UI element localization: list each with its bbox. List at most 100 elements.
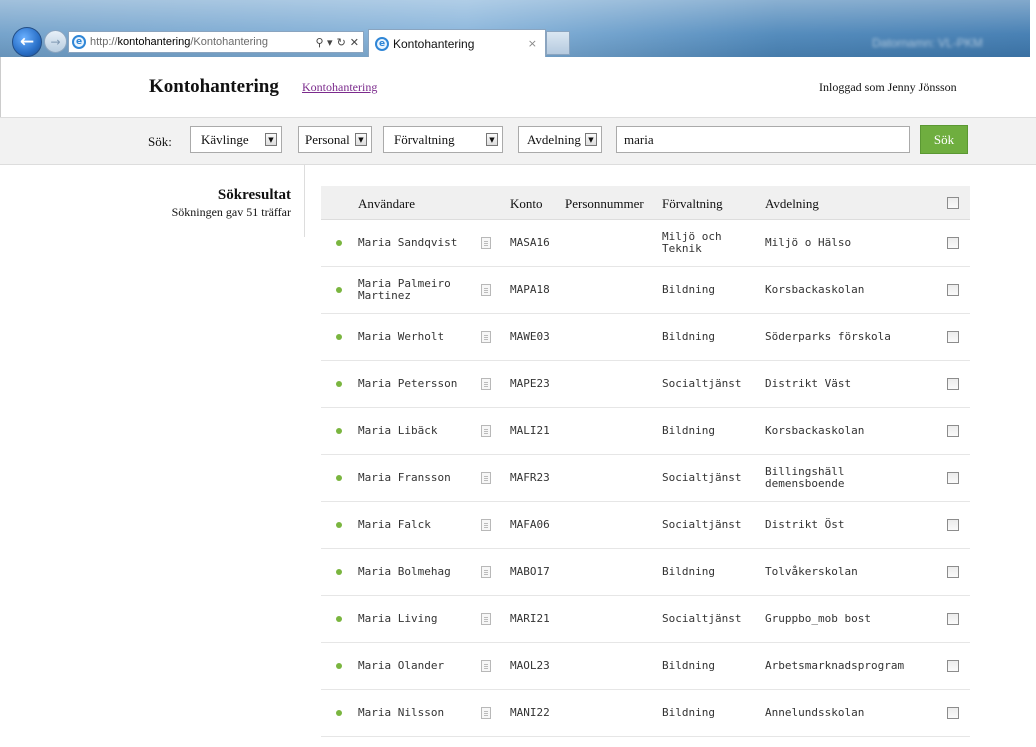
tab-close-icon[interactable]: × xyxy=(528,37,537,50)
cell-department-line: Bildning xyxy=(662,565,715,578)
cell-department-line: Bildning xyxy=(662,330,715,343)
table-row[interactable]: Maria Nilsson MANI22 Bildning Annelundsskol… xyxy=(321,690,970,737)
cell-account: MAOL23 xyxy=(510,659,550,672)
cell-account: MAPA18 xyxy=(510,283,550,296)
address-search-icon[interactable]: ⚲ ▾ xyxy=(315,36,332,49)
cell-account: MAPE23 xyxy=(510,377,550,390)
cell-unit: Arbetsmarknadsprogram xyxy=(765,660,904,672)
status-dot-icon xyxy=(336,287,342,293)
document-icon[interactable] xyxy=(481,378,491,390)
chevron-down-icon: ▼ xyxy=(355,133,367,146)
document-icon[interactable] xyxy=(481,284,491,296)
cell-unit: Annelundsskolan xyxy=(765,707,864,719)
status-dot-icon xyxy=(336,569,342,575)
column-header-pnr[interactable]: Personnummer xyxy=(565,196,644,212)
row-checkbox[interactable] xyxy=(947,284,959,296)
search-label: Sök: xyxy=(148,134,172,149)
app-home-link[interactable]: Kontohantering xyxy=(302,80,377,95)
document-icon[interactable] xyxy=(481,566,491,578)
search-button[interactable]: Sök xyxy=(920,125,968,154)
column-header-user[interactable]: Användare xyxy=(358,196,415,212)
cell-user-line: Maria Sandqvist xyxy=(358,236,458,249)
search-query: maria xyxy=(624,131,654,147)
cell-department-line: Bildning xyxy=(662,283,715,296)
cell-user-line: Maria Falck xyxy=(358,518,431,531)
cell-department: Socialtjänst xyxy=(662,519,741,531)
table-row[interactable]: Maria Werholt MAWE03 Bildning Söderparks fö… xyxy=(321,314,970,361)
status-dot-icon xyxy=(336,334,342,340)
row-checkbox[interactable] xyxy=(947,519,959,531)
results-title: Sökresultat xyxy=(217,187,291,203)
cell-user: Maria Petersson xyxy=(358,378,457,390)
table-row[interactable]: Maria Living MARI21 Socialtjänst Gruppbo_mo… xyxy=(321,596,970,643)
row-checkbox[interactable] xyxy=(947,660,959,672)
cell-unit-line: Distrikt Väst xyxy=(765,377,852,390)
table-row[interactable]: Maria Petersson MAPE23 Socialtjänst Distrik… xyxy=(321,361,970,408)
category-select[interactable]: Personal ▼ xyxy=(298,126,372,153)
results-table-header: Användare Konto Personnummer Förvaltning… xyxy=(321,186,970,220)
row-checkbox[interactable] xyxy=(947,566,959,578)
document-icon[interactable] xyxy=(481,707,491,719)
cell-user: Maria Palmeiro Martinez xyxy=(358,278,451,302)
cell-user: Maria Olander xyxy=(358,660,444,672)
column-header-department[interactable]: Förvaltning xyxy=(662,196,723,212)
status-dot-icon xyxy=(336,663,342,669)
row-checkbox[interactable] xyxy=(947,707,959,719)
document-icon[interactable] xyxy=(481,519,491,531)
document-icon[interactable] xyxy=(481,331,491,343)
cell-user-line: Maria Living xyxy=(358,612,438,625)
search-input[interactable]: maria xyxy=(616,126,910,153)
cell-unit: Distrikt Öst xyxy=(765,519,844,531)
row-checkbox[interactable] xyxy=(947,613,959,625)
refresh-icon[interactable]: ↻ xyxy=(337,36,346,49)
table-row[interactable]: Maria Libäck MALI21 Bildning Korsbackaskola… xyxy=(321,408,970,455)
table-row[interactable]: Maria Bolmehag MABO17 Bildning Tolvåkerskol… xyxy=(321,549,970,596)
cell-account: MARI21 xyxy=(510,612,550,625)
browser-chrome: ← → e http://kontohantering/Kontohanteri… xyxy=(0,0,1036,57)
document-icon[interactable] xyxy=(481,237,491,249)
address-bar[interactable]: e http://kontohantering/Kontohantering ⚲… xyxy=(68,31,364,53)
cell-unit-line: Miljö o Hälso xyxy=(765,236,852,249)
table-row[interactable]: Maria Falck MAFA06 Socialtjänst Distrikt Ös… xyxy=(321,502,970,549)
cell-account: MAWE03 xyxy=(510,330,550,343)
row-checkbox[interactable] xyxy=(947,331,959,343)
cell-unit-line: Korsbackaskolan xyxy=(765,283,865,296)
browser-tab-active[interactable]: e Kontohantering × xyxy=(368,29,546,57)
cell-department-line: Socialtjänst xyxy=(662,612,742,625)
cell-user-line: Maria Bolmehag xyxy=(358,565,451,578)
table-row[interactable]: Maria Olander MAOL23 Bildning Arbetsmarknad… xyxy=(321,643,970,690)
document-icon[interactable] xyxy=(481,472,491,484)
stop-icon[interactable]: ✕ xyxy=(350,36,359,49)
department-select[interactable]: Förvaltning ▼ xyxy=(383,126,503,153)
cell-user-line: Maria Werholt xyxy=(358,330,445,343)
row-checkbox[interactable] xyxy=(947,237,959,249)
column-header-unit[interactable]: Avdelning xyxy=(765,196,819,212)
status-dot-icon xyxy=(336,710,342,716)
cell-department-line: Bildning xyxy=(662,424,715,437)
table-row[interactable]: Maria Fransson MAFR23 Socialtjänst Billings… xyxy=(321,455,970,502)
cell-user-line: Maria Nilsson xyxy=(358,706,445,719)
row-checkbox[interactable] xyxy=(947,378,959,390)
table-row[interactable]: Maria Palmeiro Martinez MAPA18 Bildning Kors… xyxy=(321,267,970,314)
forward-arrow-icon[interactable]: → xyxy=(44,30,67,53)
cell-department: Bildning xyxy=(662,660,715,672)
back-arrow-icon[interactable]: ← xyxy=(12,27,42,57)
cell-department-line: Socialtjänst xyxy=(662,518,742,531)
unit-select[interactable]: Avdelning ▼ xyxy=(518,126,602,153)
row-checkbox[interactable] xyxy=(947,425,959,437)
cell-user-line: Maria Libäck xyxy=(358,424,438,437)
department-value: Förvaltning xyxy=(394,131,455,147)
document-icon[interactable] xyxy=(481,425,491,437)
select-all-checkbox[interactable] xyxy=(947,197,959,209)
cell-unit-line: Distrikt Öst xyxy=(765,518,845,531)
cell-user: Maria Living xyxy=(358,613,437,625)
table-row[interactable]: Maria Sandqvist MASA16 Miljö och Teknik Milj… xyxy=(321,220,970,267)
cell-account: MAFR23 xyxy=(510,471,550,484)
row-checkbox[interactable] xyxy=(947,472,959,484)
cell-unit-line: demensboende xyxy=(765,477,845,490)
municipality-select[interactable]: Kävlinge ▼ xyxy=(190,126,282,153)
document-icon[interactable] xyxy=(481,613,491,625)
document-icon[interactable] xyxy=(481,660,491,672)
column-header-account[interactable]: Konto xyxy=(510,196,543,212)
new-tab-button[interactable] xyxy=(546,31,570,55)
